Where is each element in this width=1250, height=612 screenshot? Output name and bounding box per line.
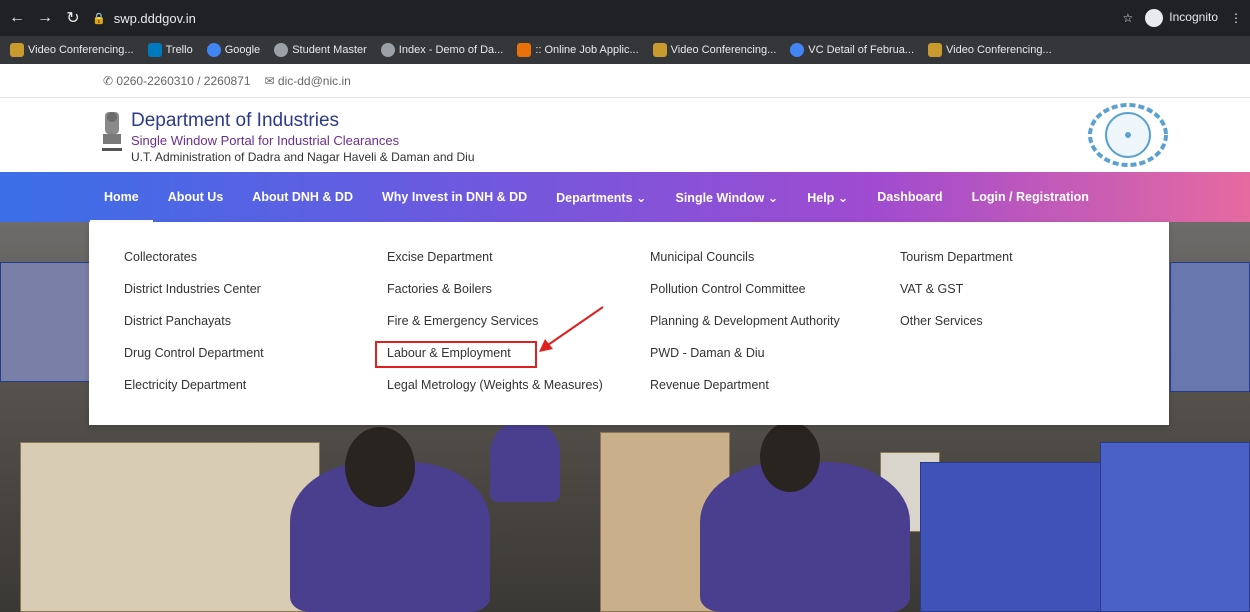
menu-item-district-panchayats[interactable]: District Panchayats — [124, 312, 264, 344]
menu-item-electricity[interactable]: Electricity Department — [124, 376, 264, 408]
menu-item-municipal-councils[interactable]: Municipal Councils — [650, 248, 840, 280]
hero-shape — [920, 462, 1110, 612]
nav-about-us[interactable]: About Us — [168, 172, 224, 222]
arrow-annotation-icon — [539, 306, 604, 352]
email-info[interactable]: ✉ dic-dd@nic.in — [265, 74, 351, 88]
main-nav: Home About Us About DNH & DD Why Invest … — [0, 172, 1250, 222]
back-icon[interactable]: ← — [6, 7, 28, 29]
nav-help[interactable]: Help ⌄ — [807, 172, 848, 222]
nav-departments[interactable]: Departments ⌄ — [556, 172, 646, 222]
bookmark-item[interactable]: Index - Demo of Da... — [380, 43, 503, 57]
phone-icon: ✆ — [103, 73, 117, 88]
menu-icon[interactable]: ⋮ — [1230, 11, 1242, 25]
browser-toolbar: ← → ↻ 🔒 swp.dddgov.in ☆ Incognito ⋮ — [0, 0, 1250, 36]
nav-why-invest[interactable]: Why Invest in DNH & DD — [382, 172, 527, 222]
nav-dashboard[interactable]: Dashboard — [877, 172, 942, 222]
menu-item-collectorates[interactable]: Collectorates — [124, 248, 264, 280]
incognito-indicator[interactable]: Incognito — [1145, 9, 1218, 27]
incognito-icon — [1145, 9, 1164, 27]
menu-item-district-industries-center[interactable]: District Industries Center — [124, 280, 264, 312]
bookmark-item[interactable]: Trello — [147, 43, 193, 57]
nav-home[interactable]: Home — [90, 172, 153, 222]
reload-icon[interactable]: ↻ — [62, 7, 84, 29]
menu-item-vat-gst[interactable]: VAT & GST — [900, 280, 1013, 312]
hero-shape — [760, 422, 820, 492]
departments-dropdown: Collectorates District Industries Center… — [89, 222, 1169, 425]
brand-block[interactable]: Department of Industries Single Window P… — [131, 110, 475, 164]
google-icon — [206, 43, 221, 57]
star-icon[interactable]: ☆ — [1123, 11, 1134, 25]
globe-icon — [380, 43, 395, 57]
menu-item-legal-metrology[interactable]: Legal Metrology (Weights & Measures) — [387, 376, 603, 408]
highlight-box — [375, 341, 537, 368]
bookmark-item[interactable]: Video Conferencing... — [10, 43, 134, 57]
address-bar[interactable]: 🔒 swp.dddgov.in — [92, 4, 196, 32]
dropdown-column-4: Tourism Department VAT & GST Other Servi… — [900, 248, 1013, 344]
site-title: Department of Industries — [131, 110, 340, 131]
google-icon — [790, 43, 805, 57]
hero-shape — [490, 422, 560, 502]
nav-login[interactable]: Login / Registration — [972, 172, 1089, 222]
bookmark-icon — [928, 43, 943, 57]
menu-item-tourism[interactable]: Tourism Department — [900, 248, 1013, 280]
ut-seal-icon — [1088, 103, 1168, 167]
menu-item-planning-development[interactable]: Planning & Development Authority — [650, 312, 840, 344]
administration-text: U.T. Administration of Dadra and Nagar H… — [131, 150, 475, 164]
bookmark-item[interactable]: VC Detail of Februa... — [790, 43, 914, 57]
bookmark-item[interactable]: Video Conferencing... — [652, 43, 776, 57]
forward-icon[interactable]: → — [34, 7, 56, 29]
url-text: swp.dddgov.in — [113, 10, 196, 26]
menu-item-pwd[interactable]: PWD - Daman & Diu — [650, 344, 840, 376]
menu-item-revenue[interactable]: Revenue Department — [650, 376, 840, 408]
hero-shape — [20, 442, 320, 612]
nav-single-window[interactable]: Single Window ⌄ — [676, 172, 779, 222]
trello-icon — [147, 43, 162, 57]
menu-item-other-services[interactable]: Other Services — [900, 312, 1013, 344]
bookmarks-bar: Video Conferencing... Trello Google Stud… — [0, 36, 1250, 64]
dropdown-column-3: Municipal Councils Pollution Control Com… — [650, 248, 840, 408]
hero-shape — [1100, 442, 1250, 612]
contact-bar: ✆ 0260-2260310 / 2260871 ✉ dic-dd@nic.in — [0, 64, 1250, 98]
hero-shape — [1170, 262, 1250, 392]
bookmark-icon — [517, 43, 532, 57]
hero-shape — [345, 427, 415, 507]
bookmark-item[interactable]: Student Master — [274, 43, 367, 57]
national-emblem-icon — [102, 112, 122, 151]
globe-icon — [274, 43, 289, 57]
menu-item-pollution-control[interactable]: Pollution Control Committee — [650, 280, 840, 312]
site-header: Department of Industries Single Window P… — [0, 98, 1250, 172]
dropdown-column-1: Collectorates District Industries Center… — [124, 248, 264, 408]
hero-shape — [0, 262, 90, 382]
email-icon: ✉ — [264, 73, 278, 88]
phone-info: ✆ 0260-2260310 / 2260871 — [103, 73, 251, 88]
menu-item-drug-control[interactable]: Drug Control Department — [124, 344, 264, 376]
nav-about-dnh-dd[interactable]: About DNH & DD — [252, 172, 353, 222]
lock-icon: 🔒 — [92, 12, 106, 25]
bookmark-icon — [652, 43, 667, 57]
bookmark-item[interactable]: Video Conferencing... — [928, 43, 1052, 57]
bookmark-item[interactable]: :: Online Job Applic... — [517, 43, 639, 57]
site-subtitle: Single Window Portal for Industrial Clea… — [131, 133, 400, 148]
bookmark-item[interactable]: Google — [206, 43, 260, 57]
menu-item-excise[interactable]: Excise Department — [387, 248, 603, 280]
bookmark-icon — [10, 43, 24, 57]
